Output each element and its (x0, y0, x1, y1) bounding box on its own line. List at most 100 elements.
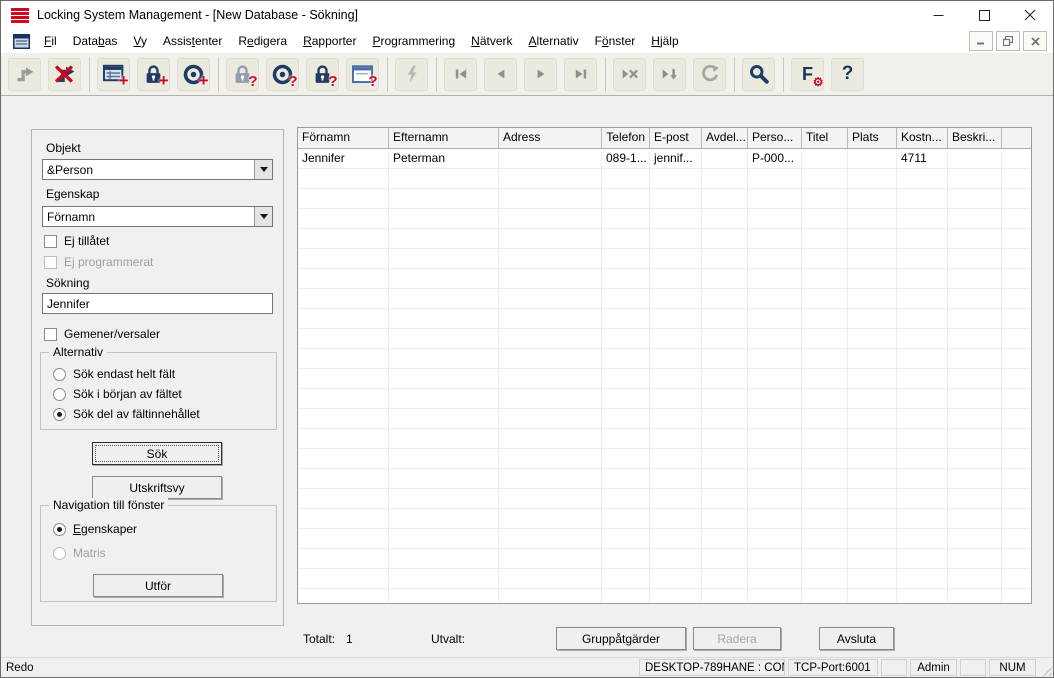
column-header[interactable]: Plats (848, 128, 897, 148)
login-button[interactable] (8, 57, 41, 91)
column-header[interactable]: Avdel... (702, 128, 748, 148)
table-cell (702, 569, 748, 588)
checkbox-icon[interactable] (44, 327, 57, 341)
menu-redigera[interactable]: Redigera (230, 32, 295, 51)
new-lock-button[interactable]: + (137, 57, 170, 91)
execute-button[interactable]: Utför (93, 574, 223, 597)
menu-programmering[interactable]: Programmering (364, 32, 463, 51)
radio-sok-del-av-faltinnehallet[interactable]: Sök del av fältinnehållet (53, 407, 200, 421)
status-pane: TCP-Port:6001 (788, 659, 878, 676)
table-cell (702, 549, 748, 568)
mdi-restore-button[interactable] (996, 31, 1020, 51)
print-view-button[interactable]: Utskriftsvy (92, 476, 222, 499)
column-header[interactable]: Beskri... (948, 128, 1002, 148)
nav-first-button[interactable] (444, 57, 477, 91)
nav-last-button[interactable] (564, 57, 597, 91)
gemener-versaler-checkbox[interactable]: Gemener/versaler (44, 327, 160, 341)
filter-settings-button[interactable]: F ⚙ (791, 57, 824, 91)
radio-icon[interactable] (53, 387, 66, 401)
refresh-button[interactable] (693, 57, 726, 91)
column-header[interactable]: Perso... (748, 128, 802, 148)
table-row-empty (298, 509, 1031, 529)
table-cell (298, 569, 389, 588)
totalt-label: Totalt: (303, 632, 336, 646)
column-header[interactable] (1002, 128, 1031, 148)
menu-fil[interactable]: Fil (36, 32, 65, 51)
toolbar-separator (734, 56, 735, 92)
menu-databas[interactable]: Databas (65, 32, 126, 51)
new-transponder-button[interactable]: + (177, 57, 210, 91)
menu-vy[interactable]: Vy (125, 32, 155, 51)
column-header[interactable]: Adress (499, 128, 602, 148)
close-button[interactable]: Avsluta (819, 627, 894, 650)
mdi-close-button[interactable] (1023, 31, 1047, 51)
table-cell (948, 309, 1002, 328)
program-button[interactable] (395, 57, 428, 91)
radio-icon[interactable] (53, 407, 66, 421)
menu-rapporter[interactable]: Rapporter (295, 32, 364, 51)
table-cell (650, 329, 702, 348)
resize-grip[interactable] (1039, 663, 1052, 676)
menu-hjalp[interactable]: Hjälp (643, 32, 686, 51)
table-cell (1002, 169, 1031, 188)
column-header[interactable]: Kostn... (897, 128, 948, 148)
checkbox-icon[interactable] (44, 234, 57, 248)
nav-last-icon (569, 62, 593, 86)
table-row-empty (298, 329, 1031, 349)
alternativ-groupbox: Alternativ Sök endast helt fält Sök i bö… (40, 345, 277, 430)
table-cell (650, 229, 702, 248)
nav-skip-down-button[interactable] (653, 57, 686, 91)
radio-icon[interactable] (53, 522, 66, 536)
window-minimize-button[interactable] (915, 1, 961, 29)
search-button[interactable] (742, 57, 775, 91)
chevron-down-icon[interactable] (254, 207, 272, 226)
table-cell (748, 169, 802, 188)
read-window-button[interactable]: ? (346, 57, 379, 91)
group-actions-button[interactable]: Gruppåtgärder (556, 627, 686, 650)
column-header[interactable]: Telefon (602, 128, 650, 148)
table-cell (848, 149, 897, 168)
table-cell (802, 509, 848, 528)
chevron-down-icon[interactable] (254, 160, 272, 179)
table-cell (802, 369, 848, 388)
menu-fonster[interactable]: Fönster (587, 32, 644, 51)
radio-sok-i-borjan[interactable]: Sök i början av fältet (53, 387, 182, 401)
column-header[interactable]: Efternamn (389, 128, 499, 148)
read-lock-button[interactable]: ? (226, 57, 259, 91)
nav-skip-x-button[interactable] (613, 57, 646, 91)
menu-alternativ[interactable]: Alternativ (521, 32, 587, 51)
column-header[interactable]: E-post (650, 128, 702, 148)
lock-state-button[interactable]: ? (306, 57, 339, 91)
read-transponder-button[interactable]: ? (266, 57, 299, 91)
mdi-minimize-button[interactable] (969, 31, 993, 51)
new-object-button[interactable]: + (97, 57, 130, 91)
new-lock-icon: + (142, 62, 169, 89)
help-button[interactable]: ? (831, 57, 864, 91)
table-cell (948, 549, 1002, 568)
search-input[interactable] (42, 293, 273, 314)
menu-natverk[interactable]: Nätverk (463, 32, 520, 51)
table-row[interactable]: Jennifer Peterman 089-1... jennif... P-000..… (298, 149, 1031, 169)
radio-egenskaper[interactable]: Egenskaper (53, 522, 137, 536)
menu-assistenter[interactable]: Assistenter (155, 32, 230, 51)
search-submit-button[interactable]: Sök (92, 442, 222, 465)
column-header[interactable]: Förnamn (298, 128, 389, 148)
table-cell (897, 489, 948, 508)
window-maximize-button[interactable] (961, 1, 1007, 29)
table-cell (389, 369, 499, 388)
window-close-button[interactable] (1007, 1, 1053, 29)
table-cell (499, 469, 602, 488)
egenskap-combobox[interactable]: Förnamn (42, 206, 273, 227)
logout-button[interactable] (48, 57, 81, 91)
nav-prev-button[interactable] (484, 57, 517, 91)
nav-next-button[interactable] (524, 57, 557, 91)
radio-icon[interactable] (53, 367, 66, 381)
ej-programmerat-checkbox: Ej programmerat (44, 255, 153, 269)
table-cell (897, 529, 948, 548)
objekt-combobox[interactable]: &Person (42, 159, 273, 180)
table-cell (389, 589, 499, 603)
column-header[interactable]: Titel (802, 128, 848, 148)
table-cell (389, 329, 499, 348)
radio-sok-endast-helt-falt[interactable]: Sök endast helt fält (53, 367, 175, 381)
ej-tillatet-checkbox[interactable]: Ej tillåtet (44, 234, 109, 248)
